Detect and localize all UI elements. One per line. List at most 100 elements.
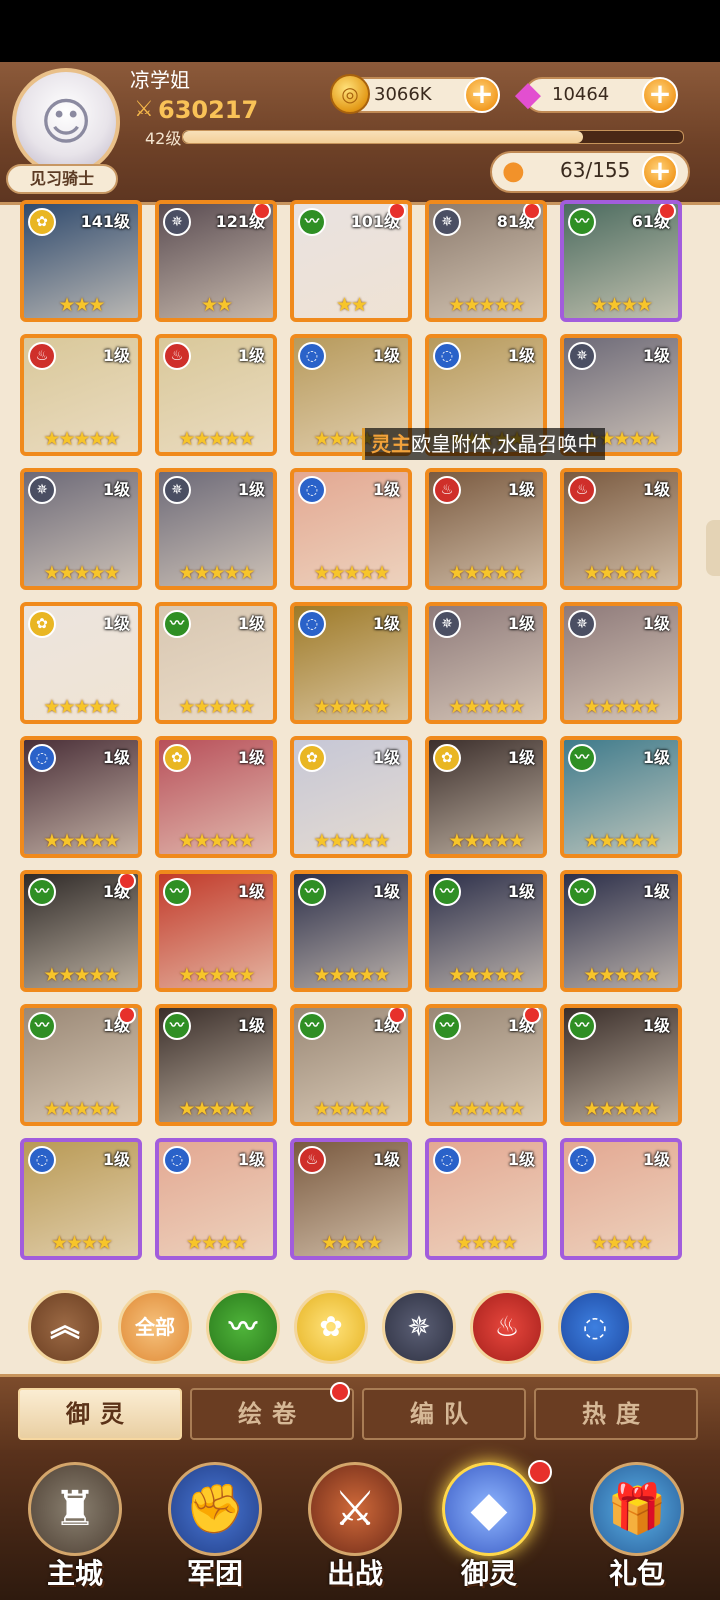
nav-gift[interactable]: 🎁 礼包 (572, 1456, 702, 1596)
hero-stars: ★★★★★ (178, 562, 255, 584)
tab-yuling[interactable]: 御灵 (18, 1388, 182, 1440)
gold-value: 3066K (374, 84, 432, 105)
hero-card[interactable]: ✵ 1级 ★★★★★ (425, 602, 547, 724)
nav-main-city[interactable]: ♜ 主城 (10, 1456, 140, 1596)
hero-card[interactable]: ✵ 1级 ★★★★★ (155, 468, 277, 590)
hero-card[interactable]: ♨ 1级 ★★★★★ (20, 334, 142, 456)
tab-biandui[interactable]: 编队 (362, 1388, 526, 1440)
hero-card[interactable]: ✿ 141级 ★★★ (20, 200, 142, 322)
hero-stars: ★★★★★ (43, 830, 120, 852)
hero-level: 1级 (642, 1150, 670, 1169)
water-element-icon: ◌ (433, 342, 461, 370)
hero-stars: ★★★★★ (583, 562, 660, 584)
hero-stars: ★★★★★ (583, 830, 660, 852)
hero-card[interactable]: 〰 1级 ★★★★★ (290, 870, 412, 992)
hero-card[interactable]: 〰 1级 ★★★★★ (290, 1004, 412, 1126)
hero-card[interactable]: ♨ 1级 ★★★★★ (560, 468, 682, 590)
hero-card[interactable]: 〰 1级 ★★★★★ (20, 870, 142, 992)
hero-card[interactable]: 〰 1级 ★★★★★ (560, 870, 682, 992)
hero-stars: ★★★★ (455, 1232, 518, 1254)
hero-card[interactable]: ✿ 1级 ★★★★★ (20, 602, 142, 724)
hero-card[interactable]: ✵ 1级 ★★★★★ (560, 602, 682, 724)
add-crystal-button[interactable]: + (642, 77, 678, 113)
fire-element-icon[interactable]: ♨ (470, 1290, 544, 1364)
hero-card[interactable]: 〰 1级 ★★★★★ (425, 870, 547, 992)
water-element-icon[interactable]: ◌ (558, 1290, 632, 1364)
hero-level: 1级 (372, 1150, 400, 1169)
star-element-icon: ✵ (568, 342, 596, 370)
hero-card[interactable]: ✿ 1级 ★★★★★ (155, 736, 277, 858)
hero-card[interactable]: ◌ 1级 ★★★★ (425, 1138, 547, 1260)
wind-element-icon[interactable]: 〰 (206, 1290, 280, 1364)
tab-redu[interactable]: 热度 (534, 1388, 698, 1440)
hero-stars: ★★★★★ (43, 1098, 120, 1120)
notification-dot (528, 1460, 552, 1484)
hero-card[interactable]: ◌ 1级 ★★★★ (560, 1138, 682, 1260)
fire-element-icon: ♨ (163, 342, 191, 370)
player-avatar[interactable]: ☺ (12, 68, 120, 176)
hero-card[interactable]: ◌ 1级 ★★★★ (155, 1138, 277, 1260)
water-element-icon: ◌ (298, 610, 326, 638)
hero-card[interactable]: ✵ 1级 ★★★★★ (20, 468, 142, 590)
nav-battle[interactable]: ⚔ 出战 (290, 1456, 420, 1596)
side-arrow-tab[interactable] (706, 520, 720, 576)
hero-card[interactable]: ◌ 1级 ★★★★★ (290, 468, 412, 590)
hero-card[interactable]: ◌ 1级 ★★★★★ (290, 602, 412, 724)
wind-element-icon: 〰 (28, 878, 56, 906)
hero-level: 1级 (102, 480, 130, 499)
wind-element-icon: 〰 (298, 208, 326, 236)
hero-card[interactable]: ✵ 121级 ★★ (155, 200, 277, 322)
notification-dot (330, 1382, 350, 1402)
wind-element-icon: 〰 (568, 744, 596, 772)
double-chevron-up-icon[interactable]: ︽ (28, 1290, 102, 1364)
hero-card[interactable]: ♨ 1级 ★★★★★ (425, 468, 547, 590)
hero-card[interactable]: 〰 101级 ★★ (290, 200, 412, 322)
hero-card[interactable]: 〰 1级 ★★★★★ (155, 1004, 277, 1126)
hero-card[interactable]: ♨ 1级 ★★★★★ (155, 334, 277, 456)
add-capacity-button[interactable]: + (642, 154, 678, 190)
star-element-icon[interactable]: ✵ (382, 1290, 456, 1364)
hero-level: 1级 (642, 480, 670, 499)
hero-card[interactable]: 〰 1级 ★★★★★ (155, 602, 277, 724)
castle-icon: ♜ (28, 1462, 122, 1556)
hero-card[interactable]: 〰 1级 ★★★★★ (560, 1004, 682, 1126)
add-gold-button[interactable]: + (464, 77, 500, 113)
hero-level: 1级 (237, 614, 265, 633)
gold-element-icon: ✿ (433, 744, 461, 772)
hero-card[interactable]: ✿ 1级 ★★★★★ (425, 736, 547, 858)
gate-sword-icon: ⚔ (308, 1462, 402, 1556)
hero-stars: ★★★★ (590, 294, 653, 316)
rose-element-icon[interactable]: ✿ (294, 1290, 368, 1364)
water-element-icon: ◌ (433, 1146, 461, 1174)
hero-stars: ★★★★★ (583, 1098, 660, 1120)
hero-card[interactable]: ♨ 1级 ★★★★ (290, 1138, 412, 1260)
water-element-icon: ◌ (298, 476, 326, 504)
nav-yuling[interactable]: ◆ 御灵 (424, 1456, 554, 1596)
tab-huijuan[interactable]: 绘卷 (190, 1388, 354, 1440)
nav-legion[interactable]: ✊ 军团 (150, 1456, 280, 1596)
hero-card[interactable]: 〰 1级 ★★★★★ (20, 1004, 142, 1126)
hero-card[interactable]: ◌ 1级 ★★★★★ (20, 736, 142, 858)
hero-level: 1级 (237, 480, 265, 499)
nav-label: 军团 (186, 1557, 243, 1590)
hero-card[interactable]: ✿ 1级 ★★★★★ (290, 736, 412, 858)
hero-level: 1级 (372, 480, 400, 499)
hero-card[interactable]: ✵ 81级 ★★★★★ (425, 200, 547, 322)
hero-level: 1级 (102, 346, 130, 365)
hero-stars: ★★★★ (590, 1232, 653, 1254)
hero-card[interactable]: 〰 1级 ★★★★★ (560, 736, 682, 858)
crystal-icon: ◆ (514, 74, 542, 114)
fire-element-icon: ♨ (433, 476, 461, 504)
hero-card[interactable]: 〰 1级 ★★★★★ (155, 870, 277, 992)
filter-all-button[interactable]: 全部 (118, 1290, 192, 1364)
water-element-icon: ◌ (28, 1146, 56, 1174)
rank-badge[interactable]: 见习骑士 (6, 164, 118, 194)
hero-level: 1级 (372, 614, 400, 633)
hero-card[interactable]: 〰 1级 ★★★★★ (425, 1004, 547, 1126)
hero-card[interactable]: ◌ 1级 ★★★★ (20, 1138, 142, 1260)
nav-label: 礼包 (608, 1557, 665, 1590)
star-element-icon: ✵ (568, 610, 596, 638)
player-name: 凉学姐 (130, 68, 190, 92)
wind-element-icon: 〰 (28, 1012, 56, 1040)
hero-card[interactable]: 〰 61级 ★★★★ (560, 200, 682, 322)
